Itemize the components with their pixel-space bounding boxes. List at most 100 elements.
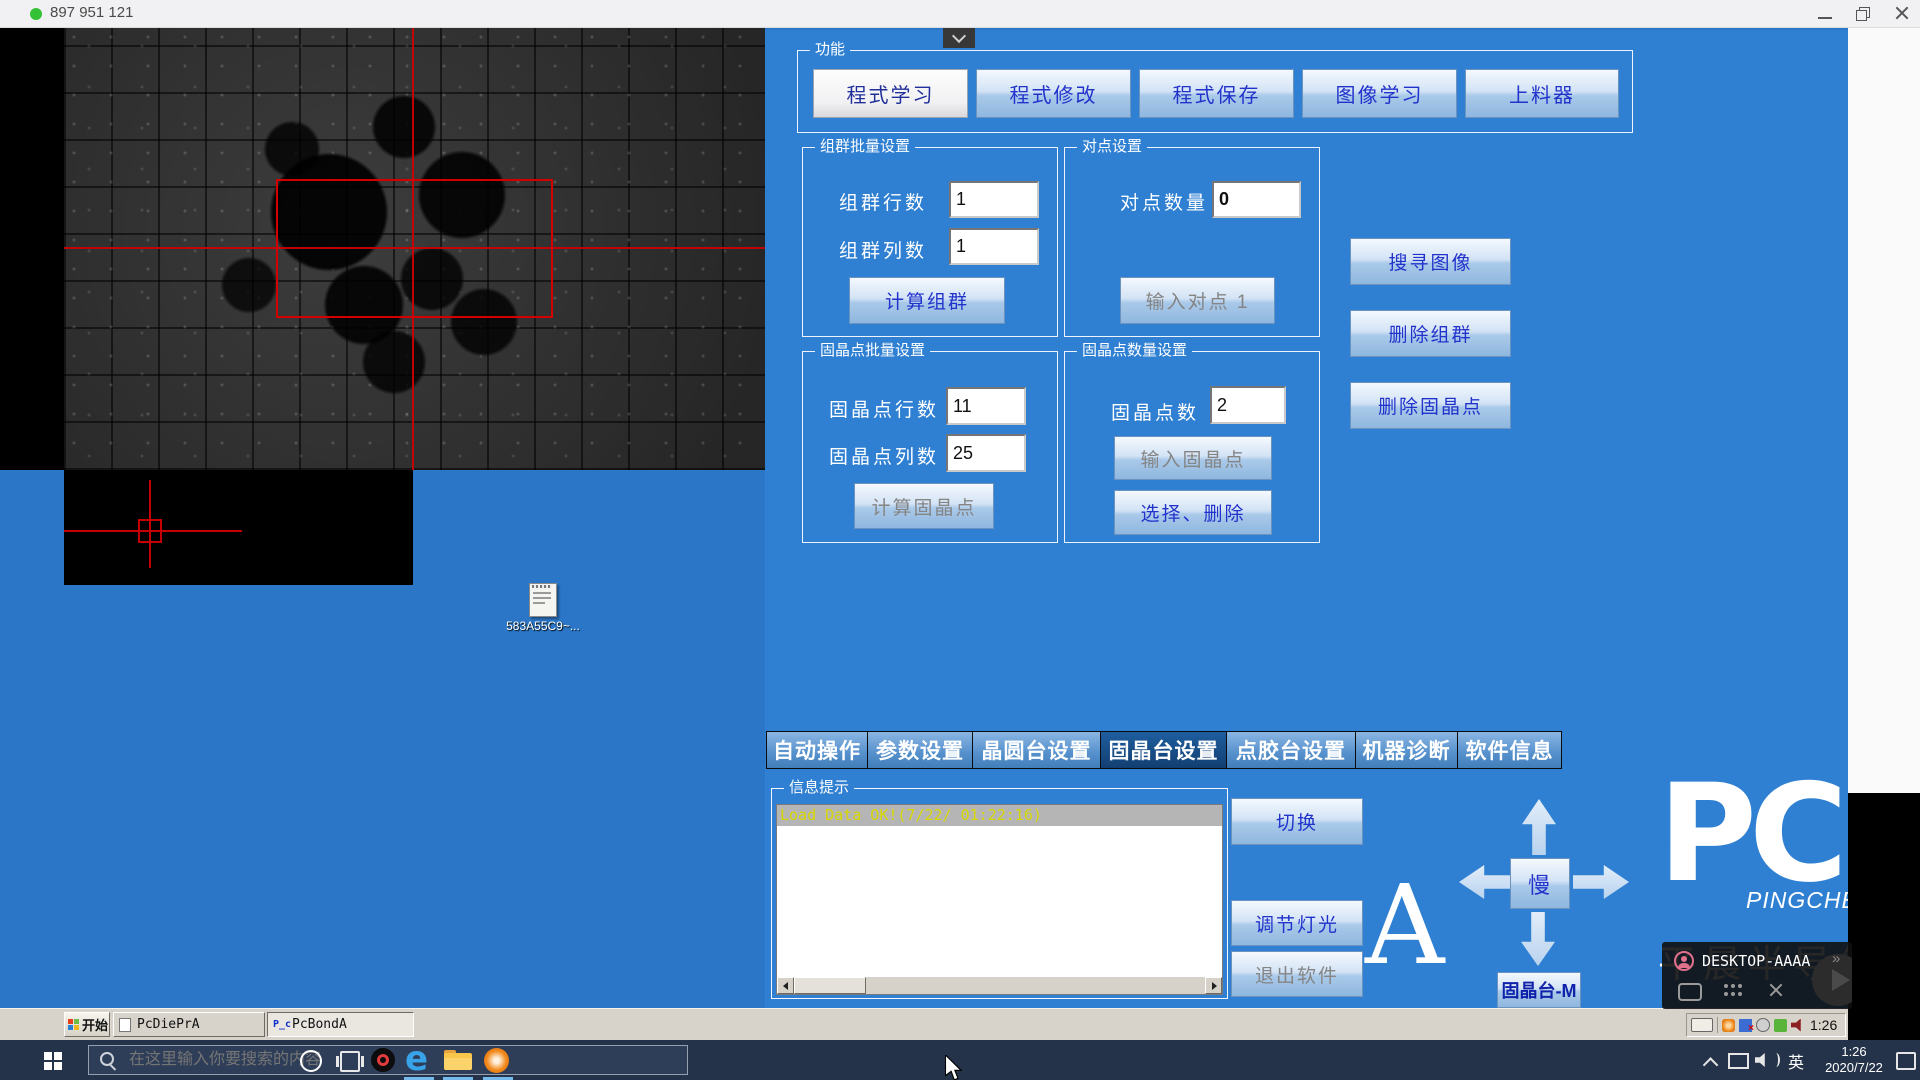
volume-icon[interactable] xyxy=(1755,1053,1769,1067)
desktop-file-icon[interactable]: 583A55C9~... xyxy=(505,583,581,637)
tray-date: 2020/7/22 xyxy=(1815,1060,1893,1076)
toolbar-collapse-tab[interactable] xyxy=(943,27,975,48)
jog-slow-button[interactable]: 慢 xyxy=(1510,858,1570,909)
log-entry-selected[interactable]: Load Data OK!(7/22/ 01:22:16) xyxy=(777,805,1222,826)
scroll-thumb[interactable] xyxy=(794,977,866,994)
chevron-down-icon xyxy=(952,28,966,42)
group-batch-panel: 组群批量设置 组群行数 组群列数 计算组群 xyxy=(802,147,1058,337)
clock-date[interactable]: 1:26 2020/7/22 xyxy=(1815,1044,1893,1076)
btn-adjust-light[interactable]: 调节灯光 xyxy=(1231,900,1363,946)
info-panel: 信息提示 Load Data OK!(7/22/ 01:22:16) xyxy=(771,788,1228,999)
tray-expand-icon[interactable] xyxy=(1699,1056,1720,1077)
scroll-right-arrow[interactable] xyxy=(1205,977,1222,994)
btn-stage-m[interactable]: 固晶台-M xyxy=(1497,972,1581,1008)
chat-icon[interactable] xyxy=(1678,983,1702,1001)
btn-image-learn[interactable]: 图像学习 xyxy=(1302,69,1457,118)
align-panel-title: 对点设置 xyxy=(1077,137,1147,157)
taskbutton-pcbonda-label: PcBondA xyxy=(292,1017,347,1032)
expand-chevrons-icon[interactable]: » xyxy=(1832,950,1840,967)
sunflower-tray-icon[interactable] xyxy=(1722,1019,1735,1032)
viewer-title: 897 951 121 xyxy=(50,4,133,21)
scroll-left-arrow[interactable] xyxy=(777,977,794,994)
info-panel-title: 信息提示 xyxy=(784,778,854,798)
right-white-strip xyxy=(1848,27,1920,793)
group-batch-title: 组群批量设置 xyxy=(815,137,915,157)
close-toolbar-icon[interactable] xyxy=(1768,982,1784,998)
jog-down-arrow-icon[interactable] xyxy=(1521,912,1555,966)
btn-program-modify[interactable]: 程式修改 xyxy=(976,69,1131,118)
camera-view-secondary xyxy=(64,470,413,585)
btn-delete-die-point[interactable]: 删除固晶点 xyxy=(1350,382,1511,429)
btn-program-save[interactable]: 程式保存 xyxy=(1139,69,1294,118)
volume-wave-icon xyxy=(1772,1053,1780,1067)
edge-browser-icon[interactable]: e xyxy=(405,1042,435,1076)
group-cols-input[interactable] xyxy=(949,228,1039,265)
notepad-icon xyxy=(529,583,557,617)
jog-right-arrow-icon[interactable] xyxy=(1573,865,1629,899)
info-listbox[interactable]: Load Data OK!(7/22/ 01:22:16) xyxy=(776,804,1223,995)
info-hscrollbar[interactable] xyxy=(777,977,1222,994)
remote-taskbar: 开始 PcDiePrA P̲c PcBondA × 1:26 xyxy=(0,1008,1848,1041)
die-count-panel: 固晶点数量设置 固晶点数 输入固晶点 选择、删除 xyxy=(1064,351,1320,543)
user-avatar-icon xyxy=(1674,951,1694,971)
btn-input-align-point[interactable]: 输入对点 1 xyxy=(1120,277,1275,324)
taskbutton-pcdiepra[interactable]: PcDiePrA xyxy=(113,1012,265,1037)
group-rows-input[interactable] xyxy=(949,181,1039,218)
btn-input-die-point[interactable]: 输入固晶点 xyxy=(1114,436,1272,480)
apps-grid-icon[interactable] xyxy=(1724,984,1728,988)
file-explorer-icon[interactable] xyxy=(444,1050,472,1070)
tab-software-info[interactable]: 软件信息 xyxy=(1457,731,1562,769)
status-tray-icon[interactable] xyxy=(1774,1019,1787,1032)
jog-up-arrow-icon[interactable] xyxy=(1522,799,1556,855)
btn-calc-group[interactable]: 计算组群 xyxy=(849,277,1005,324)
function-panel: 功能 程式学习 程式修改 程式保存 图像学习 上料器 xyxy=(797,50,1633,133)
minimize-icon[interactable] xyxy=(1818,6,1832,19)
windows-flag-icon xyxy=(68,1019,79,1030)
btn-delete-group[interactable]: 删除组群 xyxy=(1350,310,1511,357)
input-language-indicator[interactable]: 英 xyxy=(1788,1049,1804,1073)
tab-machine-diagnosis[interactable]: 机器诊断 xyxy=(1355,731,1458,769)
btn-search-image[interactable]: 搜寻图像 xyxy=(1350,238,1511,285)
desktop-file-label: 583A55C9~... xyxy=(505,619,581,633)
taskbutton-pcbonda[interactable]: P̲c PcBondA xyxy=(267,1012,414,1037)
btn-switch[interactable]: 切换 xyxy=(1231,798,1363,845)
die-rows-input[interactable] xyxy=(946,387,1026,425)
network-error-tray-icon[interactable]: × xyxy=(1739,1019,1752,1032)
tab-dispense-stage[interactable]: 点胶台设置 xyxy=(1226,731,1356,769)
tab-wafer-stage[interactable]: 晶圆台设置 xyxy=(972,731,1101,769)
connection-status-icon xyxy=(30,8,42,20)
action-center-icon[interactable] xyxy=(1896,1052,1916,1070)
remote-start-label: 开始 xyxy=(82,1015,108,1034)
die-cols-input[interactable] xyxy=(946,434,1026,472)
align-count-input[interactable] xyxy=(1212,181,1301,218)
close-icon[interactable] xyxy=(1895,6,1909,20)
restore-icon[interactable] xyxy=(1856,7,1870,21)
die-count-input[interactable] xyxy=(1210,386,1286,424)
app-window: 功能 程式学习 程式修改 程式保存 图像学习 上料器 组群批量设置 组群行数 组… xyxy=(765,30,1848,1008)
align-count-label: 对点数量 xyxy=(1120,188,1208,215)
volume-tray-icon[interactable] xyxy=(1791,1019,1804,1032)
sunflower-app-icon[interactable] xyxy=(484,1048,509,1073)
start-button[interactable] xyxy=(44,1052,62,1070)
tab-die-bond-stage[interactable]: 固晶台设置 xyxy=(1100,731,1227,769)
btn-loader[interactable]: 上料器 xyxy=(1465,69,1619,118)
camera-view xyxy=(64,27,765,470)
btn-select-delete[interactable]: 选择、删除 xyxy=(1114,490,1272,535)
jog-left-arrow-icon[interactable] xyxy=(1459,865,1515,899)
keyboard-tray-icon[interactable] xyxy=(1691,1018,1713,1032)
network-icon[interactable] xyxy=(1728,1053,1749,1069)
group-rows-label: 组群行数 xyxy=(839,188,927,215)
btn-exit-software[interactable]: 退出软件 xyxy=(1231,951,1363,997)
function-panel-title: 功能 xyxy=(810,40,850,60)
task-view-icon[interactable] xyxy=(340,1051,360,1072)
btn-calc-die-points[interactable]: 计算固晶点 xyxy=(854,483,994,529)
tab-auto-operation[interactable]: 自动操作 xyxy=(766,731,868,769)
record-app-icon[interactable] xyxy=(371,1048,395,1072)
remote-start-button[interactable]: 开始 xyxy=(64,1012,110,1037)
camera-letterbox xyxy=(0,27,64,470)
tab-parameter-settings[interactable]: 参数设置 xyxy=(867,731,973,769)
die-count-label: 固晶点数 xyxy=(1111,398,1199,425)
btn-program-learn[interactable]: 程式学习 xyxy=(813,69,968,118)
clock-tray-icon[interactable] xyxy=(1756,1018,1770,1032)
cortana-icon[interactable] xyxy=(300,1050,322,1072)
